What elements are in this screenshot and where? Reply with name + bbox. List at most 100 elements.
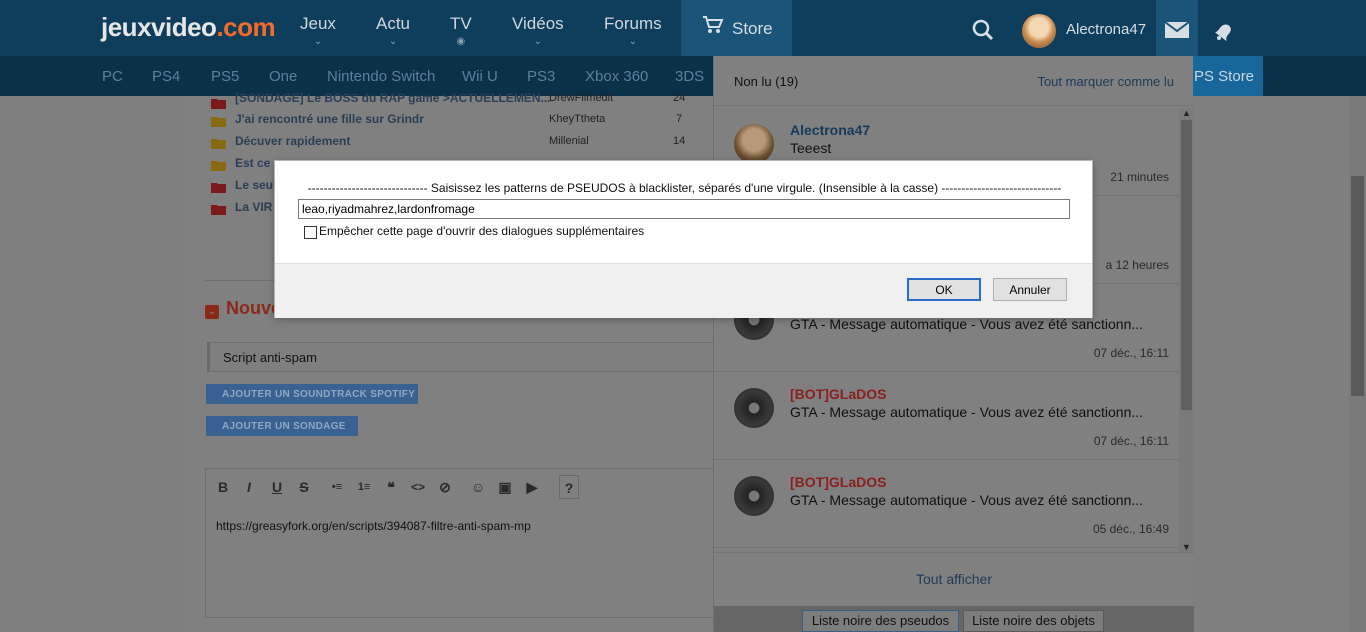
italic-icon[interactable]: I [237, 475, 261, 499]
strikethrough-icon[interactable]: S [292, 475, 316, 499]
cancel-button[interactable]: Annuler [993, 278, 1067, 301]
help-icon[interactable]: ? [559, 475, 579, 499]
scrollbar-thumb[interactable] [1181, 120, 1192, 410]
bell-icon[interactable] [1212, 19, 1236, 42]
scrollbar-thumb[interactable] [1351, 176, 1364, 396]
platform-switch[interactable]: Nintendo Switch [327, 68, 435, 85]
topic-count: 24 [673, 92, 686, 104]
mail-icon[interactable] [1156, 0, 1198, 56]
ps-store-link[interactable]: PS Store [1184, 56, 1263, 96]
bold-icon[interactable]: B [211, 475, 235, 499]
nav-label: Actu [376, 14, 411, 33]
image-icon[interactable]: ▣ [493, 475, 517, 499]
topic-author[interactable]: KheyTtheta [549, 113, 605, 125]
quote-icon[interactable]: ❝ [379, 475, 403, 499]
topic-link[interactable]: J'ai rencontré une fille sur Grindr [235, 112, 424, 126]
unread-count: Non lu (19) [734, 74, 799, 89]
topic-count: 14 [673, 135, 686, 147]
user-avatar[interactable] [1022, 14, 1056, 48]
logo-main-text: jeuxvideo [101, 12, 217, 42]
notification-sender: Alectrona47 [790, 122, 871, 138]
subject-input[interactable]: Script anti-spam [207, 342, 727, 372]
notification-time: 07 déc., 16:11 [1093, 434, 1169, 448]
notifications-panel: Non lu (19) Tout marquer comme lu Alectr… [713, 56, 1194, 632]
topic-link[interactable]: Décuver rapidement [235, 134, 350, 148]
nav-label: Vidéos [512, 14, 564, 33]
mark-all-read-link[interactable]: Tout marquer comme lu [1037, 74, 1174, 89]
topic-link[interactable]: Le seul [235, 178, 276, 192]
ok-button[interactable]: OK [907, 278, 981, 301]
nav-label: Forums [604, 14, 662, 33]
platform-3ds[interactable]: 3DS [675, 68, 704, 85]
username[interactable]: Alectrona47 [1066, 21, 1146, 38]
topic-link[interactable]: Est ce [235, 156, 270, 170]
topic-author[interactable]: DrewFilmedit [549, 92, 613, 104]
site-logo[interactable]: jeuxvideo.com [101, 12, 276, 43]
dialog-message: ------------------------------ Saisissez… [307, 181, 1062, 195]
add-poll-button[interactable]: AJOUTER UN SONDAGE [206, 416, 358, 436]
platform-wiiu[interactable]: Wii U [462, 68, 498, 85]
show-all-link[interactable]: Tout afficher [714, 552, 1194, 606]
folder-icon [211, 180, 226, 193]
message-editor[interactable]: B I U S •≡ 1≡ ❝ <> ⊘ ☺ ▣ ▶ ? https://gre… [205, 468, 725, 618]
spoiler-icon[interactable]: ⊘ [433, 475, 457, 499]
notification-time: 21 minutes [1110, 170, 1169, 184]
code-icon[interactable]: <> [406, 475, 430, 499]
notification-message: GTA - Message automatique - Vous avez ét… [790, 404, 1144, 420]
underline-icon[interactable]: U [265, 475, 289, 499]
notification-item[interactable]: [BOT]GLaDOS GTA - Message automatique - … [714, 460, 1179, 548]
editor-text: https://greasyfork.org/en/scripts/394087… [216, 519, 531, 533]
notification-time: 07 déc., 16:11 [1093, 346, 1169, 360]
platform-ps3[interactable]: PS3 [527, 68, 555, 85]
store-label: Store [732, 19, 773, 38]
blacklist-pattern-input[interactable] [298, 199, 1070, 219]
notification-item[interactable]: [BOT]GLaDOS GTA - Message automatique - … [714, 372, 1179, 460]
blacklist-footer: Liste noire des pseudos Liste noire des … [714, 606, 1194, 632]
folder-icon [211, 114, 226, 127]
platform-ps4[interactable]: PS4 [152, 68, 180, 85]
folder-icon [211, 136, 226, 149]
nav-forums[interactable]: Forums ⌄ [604, 14, 662, 47]
cart-icon [702, 15, 724, 41]
bullet-list-icon[interactable]: •≡ [325, 475, 349, 499]
notification-message: Teeest [790, 140, 832, 156]
suppress-dialogs-label[interactable]: Empêcher cette page d'ouvrir des dialogu… [319, 224, 644, 238]
add-spotify-button[interactable]: AJOUTER UN SOUNDTRACK SPOTIFY [206, 384, 418, 404]
folder-icon [211, 158, 226, 171]
scroll-down-icon[interactable]: ▼ [1182, 542, 1191, 552]
chevron-down-icon[interactable]: ⌄ [205, 305, 219, 319]
topic-author[interactable]: Millenial [549, 135, 589, 147]
smiley-icon[interactable]: ☺ [466, 475, 490, 499]
chevron-down-icon: ⌄ [388, 36, 398, 47]
platform-pc[interactable]: PC [102, 68, 123, 85]
nav-videos[interactable]: Vidéos ⌄ [512, 14, 564, 47]
search-icon[interactable] [972, 19, 994, 41]
notification-time: 05 déc., 16:49 [1092, 522, 1169, 536]
nav-jeux[interactable]: Jeux ⌄ [300, 14, 336, 47]
folder-icon [211, 202, 226, 215]
store-link[interactable]: Store [681, 0, 792, 56]
numbered-list-icon[interactable]: 1≡ [352, 475, 376, 499]
scroll-up-icon[interactable]: ▲ [1182, 108, 1191, 118]
topic-link[interactable]: La VIR [235, 200, 272, 214]
sender-avatar [734, 124, 774, 164]
notification-sender: [BOT]GLaDOS [790, 474, 887, 490]
video-icon[interactable]: ▶ [520, 475, 544, 499]
platform-ps5[interactable]: PS5 [211, 68, 239, 85]
notification-sender: [BOT]GLaDOS [790, 386, 887, 402]
suppress-dialogs-checkbox[interactable] [304, 226, 317, 239]
topic-link[interactable]: [SONDAGE] Le BOSS du RAP game >ACTUELLEM… [235, 91, 550, 105]
notifications-header: Non lu (19) Tout marquer comme lu [714, 56, 1194, 106]
chevron-down-icon: ⌄ [313, 36, 323, 47]
notifications-scrollbar[interactable]: ▲ ▼ [1179, 108, 1194, 552]
logo-accent-text: .com [216, 12, 276, 42]
nav-actu[interactable]: Actu ⌄ [376, 14, 410, 47]
nav-label: TV [450, 14, 472, 33]
platform-one[interactable]: One [269, 68, 297, 85]
blacklist-objects-button[interactable]: Liste noire des objets [963, 610, 1104, 632]
notification-message: GTA - Message automatique - Vous avez ét… [790, 492, 1144, 508]
blacklist-pseudos-button[interactable]: Liste noire des pseudos [802, 610, 959, 632]
page-scrollbar[interactable] [1349, 96, 1366, 632]
nav-tv[interactable]: TV ◉ [450, 14, 472, 47]
platform-xbox360[interactable]: Xbox 360 [585, 68, 648, 85]
